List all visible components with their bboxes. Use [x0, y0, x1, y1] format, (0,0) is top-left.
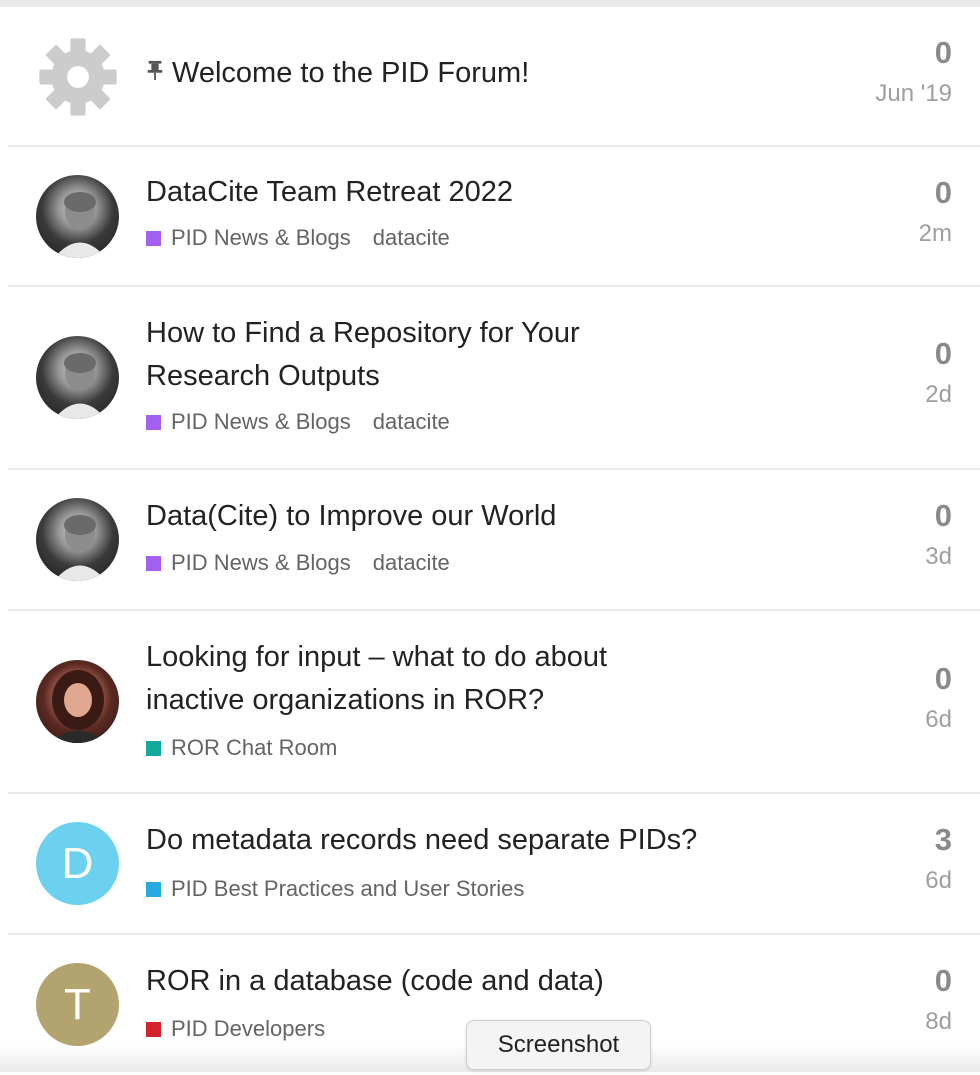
user-photo-icon: [50, 670, 106, 743]
activity-age[interactable]: 2m: [919, 217, 952, 251]
screenshot-tooltip: Screenshot: [466, 1020, 651, 1070]
avatar[interactable]: [36, 336, 119, 419]
category-name: PID Developers: [171, 1016, 326, 1041]
topic-stats: 0 6d: [925, 660, 952, 737]
topic-list: Welcome to the PID Forum! 0 Jun '19 Data…: [8, 7, 980, 1075]
activity-age[interactable]: Jun '19: [875, 77, 952, 111]
reply-count[interactable]: 0: [919, 174, 952, 212]
category-badge[interactable]: PID Developers: [146, 1016, 325, 1041]
topic-stats: 0 Jun '19: [875, 34, 952, 111]
avatar[interactable]: [36, 175, 119, 258]
category-name: PID Best Practices and User Stories: [171, 876, 525, 901]
topic-row[interactable]: D Do metadata records need separate PIDs…: [8, 794, 980, 935]
activity-age[interactable]: 6d: [925, 703, 952, 737]
topic-stats: 0 3d: [925, 497, 952, 574]
topic-meta: PID News & Blogs datacite: [146, 409, 450, 435]
tag-link[interactable]: datacite: [373, 225, 450, 250]
user-photo-icon: [54, 192, 106, 258]
topic-title: DataCite Team Retreat 2022: [146, 176, 514, 208]
category-color-square: [146, 231, 161, 246]
topic-meta: ROR Chat Room: [146, 735, 337, 761]
avatar-letter: D: [61, 838, 94, 888]
avatar[interactable]: D: [36, 822, 119, 905]
avatar-letter: T: [64, 979, 91, 1029]
activity-age[interactable]: 6d: [925, 864, 952, 898]
topic-title-link[interactable]: Data(Cite) to Improve our World: [146, 495, 706, 538]
category-name: PID News & Blogs: [171, 225, 351, 250]
topic-stats: 0 2d: [925, 335, 952, 412]
topic-title-link[interactable]: ROR in a database (code and data): [146, 960, 706, 1003]
topic-title: ROR in a database (code and data): [146, 965, 604, 997]
activity-age[interactable]: 2d: [925, 378, 952, 412]
topic-meta: PID Best Practices and User Stories: [146, 876, 524, 902]
topic-stats: 3 6d: [925, 821, 952, 898]
list-top-border: [0, 0, 980, 7]
topic-row[interactable]: Looking for input – what to do about ina…: [8, 611, 980, 794]
reply-count[interactable]: 3: [925, 821, 952, 859]
tag-link[interactable]: datacite: [373, 409, 450, 434]
pin-icon: [147, 60, 163, 80]
category-badge[interactable]: ROR Chat Room: [146, 735, 337, 760]
topic-meta: PID News & Blogs datacite: [146, 225, 450, 251]
gear-icon: [39, 38, 117, 116]
category-color-square: [146, 1022, 161, 1037]
user-photo-icon: [54, 515, 106, 581]
topic-row[interactable]: How to Find a Repository for Your Resear…: [8, 287, 980, 470]
topic-stats: 0 8d: [925, 962, 952, 1039]
reply-count[interactable]: 0: [875, 34, 952, 72]
user-photo-icon: [54, 353, 106, 419]
activity-age[interactable]: 3d: [925, 540, 952, 574]
reply-count[interactable]: 0: [925, 962, 952, 1000]
activity-age[interactable]: 8d: [925, 1005, 952, 1039]
reply-count[interactable]: 0: [925, 660, 952, 698]
avatar[interactable]: T: [36, 963, 119, 1046]
topic-title-link[interactable]: DataCite Team Retreat 2022: [146, 171, 706, 214]
reply-count[interactable]: 0: [925, 335, 952, 373]
topic-stats: 0 2m: [919, 174, 952, 251]
category-badge[interactable]: PID News & Blogs: [146, 225, 351, 250]
avatar[interactable]: [36, 498, 119, 581]
topic-title-link[interactable]: Welcome to the PID Forum!: [146, 52, 706, 95]
category-color-square: [146, 415, 161, 430]
topic-title: How to Find a Repository for Your Resear…: [146, 317, 580, 392]
avatar[interactable]: [36, 660, 119, 743]
topic-title: Looking for input – what to do about ina…: [146, 641, 608, 716]
category-name: PID News & Blogs: [171, 550, 351, 575]
category-color-square: [146, 741, 161, 756]
topic-row[interactable]: Data(Cite) to Improve our World PID News…: [8, 470, 980, 611]
topic-row[interactable]: Welcome to the PID Forum! 0 Jun '19: [8, 7, 980, 147]
topic-row[interactable]: DataCite Team Retreat 2022 PID News & Bl…: [8, 147, 980, 287]
category-color-square: [146, 882, 161, 897]
topic-meta: PID Developers: [146, 1016, 325, 1042]
category-badge[interactable]: PID News & Blogs: [146, 409, 351, 434]
tooltip-label: Screenshot: [497, 1031, 620, 1058]
category-name: ROR Chat Room: [171, 735, 338, 760]
reply-count[interactable]: 0: [925, 497, 952, 535]
topic-title: Welcome to the PID Forum!: [172, 57, 530, 89]
topic-title-link[interactable]: How to Find a Repository for Your Resear…: [146, 312, 706, 398]
topic-title: Do metadata records need separate PIDs?: [146, 824, 698, 856]
topic-title-link[interactable]: Looking for input – what to do about ina…: [146, 636, 706, 722]
category-color-square: [146, 556, 161, 571]
topic-meta: PID News & Blogs datacite: [146, 550, 450, 576]
category-badge[interactable]: PID News & Blogs: [146, 550, 351, 575]
topic-title-link[interactable]: Do metadata records need separate PIDs?: [146, 819, 706, 862]
topic-title: Data(Cite) to Improve our World: [146, 500, 557, 532]
category-badge[interactable]: PID Best Practices and User Stories: [146, 876, 524, 901]
tag-link[interactable]: datacite: [373, 550, 450, 575]
category-name: PID News & Blogs: [171, 409, 351, 434]
